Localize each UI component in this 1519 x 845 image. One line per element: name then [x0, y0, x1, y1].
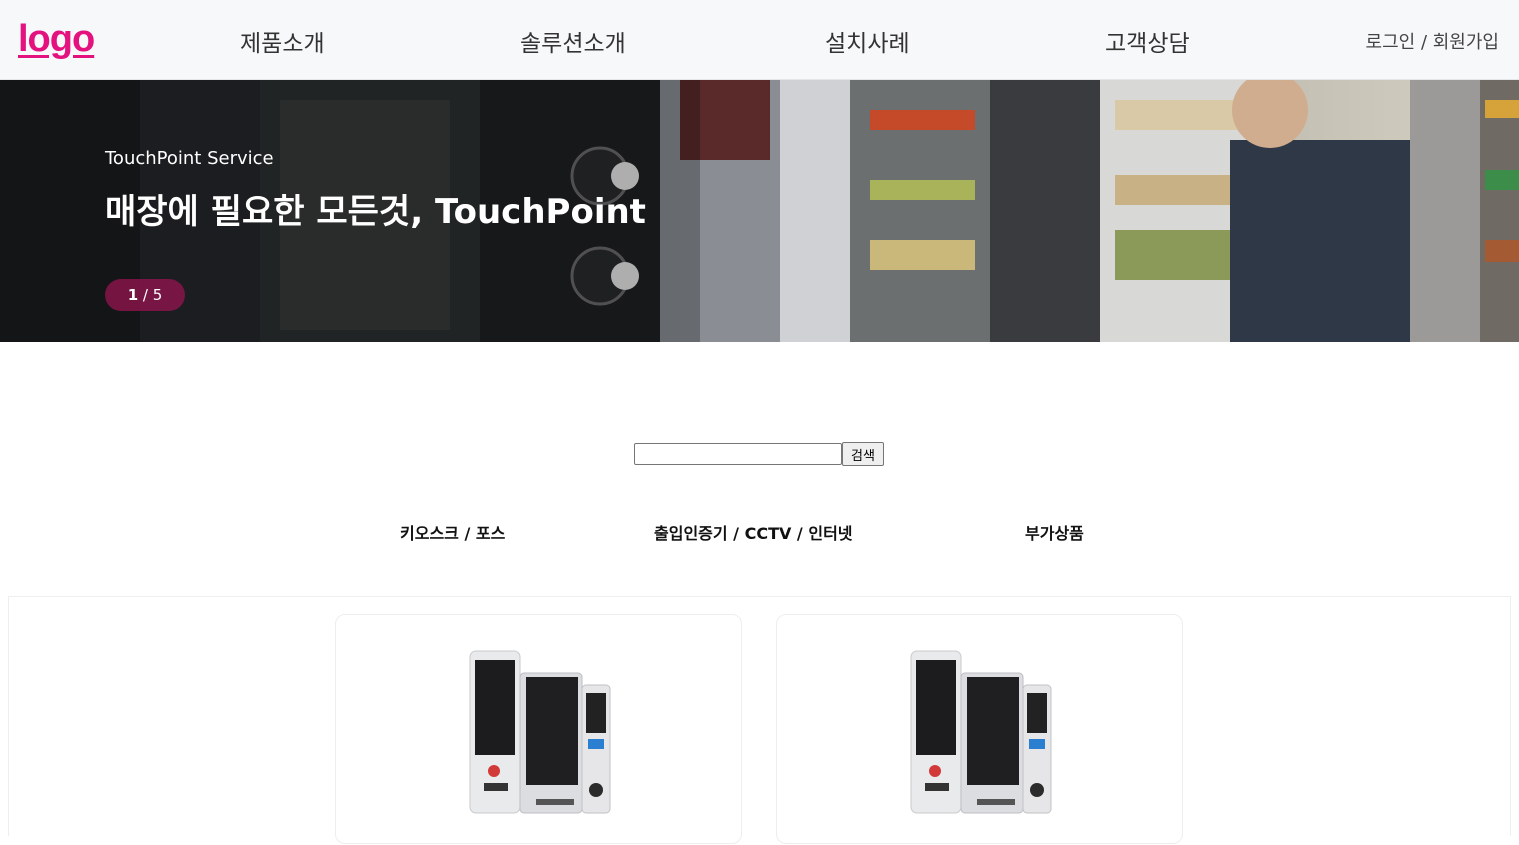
- pager-total: 5: [152, 286, 163, 304]
- search-input[interactable]: [634, 443, 842, 465]
- login-link[interactable]: 로그인: [1366, 32, 1416, 53]
- nav-installations[interactable]: 설치사례: [825, 24, 910, 58]
- product-image: [910, 650, 1052, 814]
- slide-pager[interactable]: 1 / 5: [105, 279, 185, 311]
- hero-subtitle: TouchPoint Service: [105, 148, 274, 169]
- nav-consultation[interactable]: 고객상담: [1105, 24, 1190, 58]
- product-card[interactable]: [335, 614, 742, 844]
- pager-separator: /: [138, 286, 153, 304]
- logo-link[interactable]: logo: [18, 18, 95, 61]
- product-image: [469, 650, 611, 814]
- category-additional-products[interactable]: 부가상품: [1025, 520, 1084, 544]
- pager-current: 1: [127, 286, 139, 304]
- site-header: logo 제품소개 솔루션소개 설치사례 고객상담 로그인 / 회원가입: [0, 0, 1519, 80]
- hero-banner: TouchPoint Service 매장에 필요한 모든것, TouchPoi…: [0, 80, 1519, 342]
- category-access-cctv-internet[interactable]: 출입인증기 / CCTV / 인터넷: [654, 520, 853, 544]
- auth-separator: /: [1415, 32, 1433, 53]
- product-card[interactable]: [776, 614, 1183, 844]
- auth-links: 로그인 / 회원가입: [1366, 28, 1499, 54]
- nav-products[interactable]: 제품소개: [240, 24, 325, 58]
- category-kiosk-pos[interactable]: 키오스크 / 포스: [400, 520, 505, 544]
- hero-title: 매장에 필요한 모든것, TouchPoint: [105, 192, 646, 232]
- search-button[interactable]: 검색: [842, 442, 884, 466]
- signup-link[interactable]: 회원가입: [1433, 32, 1499, 53]
- nav-solutions[interactable]: 솔루션소개: [520, 24, 626, 58]
- search-form: 검색: [634, 442, 884, 466]
- product-list: [8, 596, 1511, 836]
